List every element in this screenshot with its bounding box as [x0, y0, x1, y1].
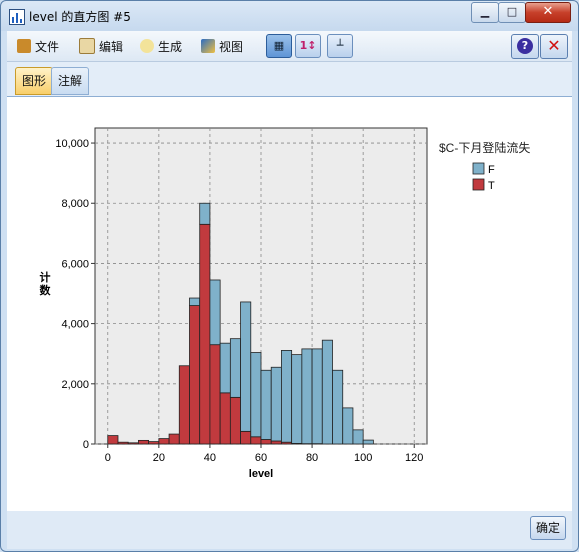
- bar-F: [291, 354, 303, 444]
- bar-T: [178, 365, 190, 445]
- footer: 确定: [7, 511, 572, 549]
- bar-F: [281, 350, 293, 443]
- histogram-window: level 的直方图 #5 ▁ □ ✕ 文件 编辑 生成 视图 ▦ 1↕ ┴ ?…: [0, 0, 579, 552]
- title-bar[interactable]: level 的直方图 #5 ▁ □ ✕: [1, 1, 578, 31]
- bar-F: [332, 369, 344, 445]
- menu-file-label: 文件: [35, 39, 60, 54]
- bar-F: [189, 297, 201, 306]
- view-brush-icon: [201, 39, 215, 53]
- close-window-button[interactable]: ✕: [525, 2, 571, 23]
- bar-T: [107, 435, 119, 445]
- bar-F: [362, 439, 374, 445]
- tab-annotation[interactable]: 注解: [51, 67, 90, 95]
- y-tick-label: 2,000: [61, 379, 89, 391]
- window-title: level 的直方图 #5: [29, 10, 131, 24]
- bar-T: [250, 436, 262, 445]
- help-icon: ?: [517, 38, 533, 54]
- close-x-icon: ✕: [547, 36, 561, 55]
- tab-graph[interactable]: 图形: [15, 67, 54, 95]
- x-tick-label: 80: [306, 452, 318, 464]
- bar-F: [301, 348, 313, 445]
- menu-view-label: 视图: [219, 39, 244, 54]
- x-tick-label: 60: [255, 452, 267, 464]
- minimize-icon: ▁: [480, 5, 490, 18]
- tab-bar: 图形 注解: [7, 62, 572, 96]
- y-tick-label: 8,000: [61, 198, 89, 210]
- bar-T: [138, 439, 150, 445]
- x-tick-label: 120: [405, 452, 423, 464]
- bar-F: [342, 407, 354, 445]
- bar-T: [240, 430, 252, 445]
- bar-T: [199, 223, 211, 445]
- toolbar: 文件 编辑 生成 视图 ▦ 1↕ ┴ ? ✕: [7, 31, 572, 62]
- bar-F: [250, 352, 262, 438]
- bar-F: [219, 342, 231, 394]
- menu-generate[interactable]: 生成: [140, 37, 182, 55]
- legend-label-T: T: [488, 180, 495, 192]
- bar-F: [321, 339, 333, 445]
- bar-F: [240, 301, 252, 432]
- bar-T: [219, 392, 231, 445]
- bar-F: [229, 338, 241, 398]
- close-button[interactable]: ✕: [540, 34, 568, 59]
- ok-button[interactable]: 确定: [530, 516, 566, 540]
- y-tick-label: 10,000: [55, 138, 89, 150]
- legend-swatch-T: [472, 178, 485, 191]
- x-tick-label: 20: [153, 452, 165, 464]
- bar-T: [127, 442, 139, 445]
- sort-button[interactable]: 1↕: [295, 34, 321, 58]
- bar-F: [199, 202, 211, 225]
- bar-T: [229, 396, 241, 445]
- edit-mode-button[interactable]: ▦: [266, 34, 292, 58]
- help-button[interactable]: ?: [511, 34, 539, 59]
- bar-T: [117, 441, 129, 445]
- x-tick-label: 0: [105, 452, 111, 464]
- histogram-app-icon: [9, 9, 25, 25]
- chart-axis-icon: ┴: [336, 39, 344, 52]
- bar-T: [168, 433, 180, 445]
- legend-title: $C-下月登陆流失: [439, 140, 530, 155]
- menu-file[interactable]: 文件: [17, 37, 59, 55]
- legend-swatch-F: [472, 162, 485, 175]
- menu-view[interactable]: 视图: [201, 37, 243, 55]
- x-axis-label: level: [249, 468, 273, 480]
- y-axis-label: 计数: [40, 270, 52, 297]
- x-tick-label: 100: [354, 452, 372, 464]
- legend-label-F: F: [488, 164, 495, 176]
- menu-edit[interactable]: 编辑: [79, 37, 123, 55]
- y-tick-label: 6,000: [61, 258, 89, 270]
- edit-mode-icon: ▦: [273, 39, 285, 52]
- edit-page-icon: [79, 38, 95, 54]
- close-icon: ✕: [542, 4, 554, 19]
- bar-T: [270, 440, 282, 445]
- bar-T: [189, 305, 201, 445]
- generate-hand-icon: [140, 39, 154, 53]
- file-folder-icon: [17, 39, 31, 53]
- bar-T: [260, 439, 272, 445]
- y-tick-label: 0: [83, 439, 89, 451]
- bar-F: [270, 366, 282, 442]
- y-tick-label: 4,000: [61, 319, 89, 331]
- bar-T: [158, 438, 170, 445]
- sort-icon: 1↕: [299, 39, 317, 52]
- minimize-button[interactable]: ▁: [471, 2, 499, 23]
- maximize-icon: □: [506, 5, 518, 18]
- bar-F: [352, 429, 364, 445]
- chart-panel: 0 20 40 60 80 100 120 0 2,000 4,000 6,000 8,000 10,0…: [7, 96, 572, 512]
- histogram-chart: 0 20 40 60 80 100 120 0 2,000 4,000 6,000 8,000 10,0…: [40, 127, 530, 480]
- maximize-button[interactable]: □: [498, 2, 526, 23]
- menu-generate-label: 生成: [158, 39, 183, 54]
- bar-F: [260, 369, 272, 440]
- bar-T: [209, 344, 221, 445]
- bar-F: [209, 279, 221, 346]
- bar-T: [148, 441, 160, 445]
- x-tick-label: 40: [204, 452, 216, 464]
- menu-edit-label: 编辑: [99, 39, 124, 54]
- chart-options-button[interactable]: ┴: [327, 34, 353, 58]
- bar-F: [311, 348, 323, 445]
